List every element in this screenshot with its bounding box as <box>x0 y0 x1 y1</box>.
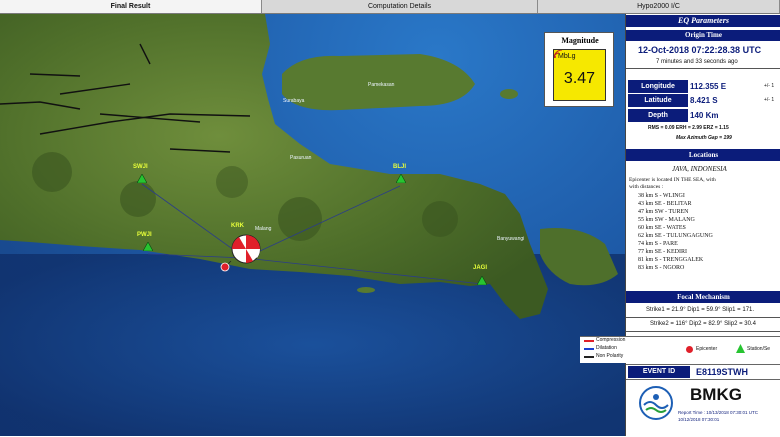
bmkg-logo-icon <box>639 386 673 420</box>
longitude-error: +/- 1 <box>764 83 775 89</box>
station-label: KRK <box>231 223 244 229</box>
magnitude-value: 3.47 <box>563 70 596 87</box>
station-label: JAGI <box>473 265 488 271</box>
focal-line-2: Strike2 = 116° Dip2 = 82.9° Slip2 = 30.4 <box>650 321 756 327</box>
event-id-value: E8119STWH <box>696 367 749 377</box>
locations-header: Locations <box>626 149 780 161</box>
rms-line: RMS = 0.09 ERH = 2.99 ERZ = 1.15 <box>648 125 729 131</box>
bmkg-footer: BMKG Report Time : 10/13/2018 07:30:01 U… <box>626 379 780 437</box>
distance-item: 55 km SW - MALANG <box>638 217 695 223</box>
distance-item: 83 km S - NGORO <box>638 265 685 271</box>
bmkg-name: BMKG <box>690 385 742 404</box>
elapsed-time: 7 minutes and 33 seconds ago <box>656 59 738 65</box>
distance-item: 43 km SE - BELITAR <box>638 201 692 207</box>
legend-compression: Compression <box>596 337 626 343</box>
divider <box>626 68 780 69</box>
place-label: Malang <box>255 226 272 232</box>
depth-value: 140 Km <box>690 111 719 120</box>
location-intro-2: with distances : <box>629 184 664 190</box>
station-legend-icon <box>736 344 745 353</box>
origin-time-header: Origin Time <box>626 30 780 41</box>
legend: Compression Dilatation Non Polarity Epic… <box>580 336 780 363</box>
distance-item: 77 km SE - KEDIRI <box>638 249 687 255</box>
station-label: SWJI <box>133 164 148 170</box>
latitude-error: +/- 1 <box>764 97 775 103</box>
compression-line-icon <box>584 340 594 342</box>
place-label: Banyuwangi <box>497 236 525 242</box>
magnitude-value-box: MbLg 3.47 <box>553 49 606 101</box>
station-triangle-icon[interactable] <box>143 242 153 251</box>
distance-item: 74 km S - PARE <box>638 241 678 247</box>
station-label: PWJI <box>137 232 152 238</box>
legend-epicenter: Epicenter <box>696 346 718 352</box>
distance-item: 47 km SW - TUREN <box>638 209 689 215</box>
epicenter-marker-icon[interactable] <box>219 260 233 272</box>
focal-mechanism-beachball-icon[interactable] <box>230 233 262 265</box>
longitude-label: Longitude <box>628 80 688 93</box>
event-id-row: EVENT ID E8119STWH <box>626 364 780 379</box>
distance-item: 62 km SE - TULUNGAGUNG <box>638 233 713 239</box>
legend-dilatation: Dilatation <box>596 345 617 351</box>
distance-item: 60 km SE - WATES <box>638 225 686 231</box>
station-label: BLJI <box>393 164 407 170</box>
divider <box>626 331 780 332</box>
station-triangle-icon[interactable] <box>396 174 406 183</box>
magnitude-title: Magnitude <box>561 36 599 45</box>
wave-icon <box>554 50 562 58</box>
place-label: Pasuruan <box>290 155 312 161</box>
latitude-label: Latitude <box>628 94 688 107</box>
region-name: JAVA, INDONESIA <box>672 165 727 173</box>
tab-computation-details[interactable]: Computation Details <box>262 0 538 13</box>
eq-parameters-header: EQ Parameters <box>626 15 780 27</box>
epicenter-map[interactable]: Surabaya Pamekasan Pasuruan Malang Banyu… <box>0 14 625 436</box>
event-id-label: EVENT ID <box>628 366 690 378</box>
location-intro: Epicenter is located IN THE SEA, with <box>629 177 716 183</box>
epicenter-legend-icon <box>686 346 693 353</box>
station-triangle-icon[interactable] <box>137 174 147 183</box>
azimuth-gap: Max Azimuth Gap = 199 <box>676 135 732 141</box>
place-label: Surabaya <box>283 98 305 104</box>
dilatation-line-icon <box>584 348 594 350</box>
focal-line-1: Strike1 = 21.9° Dip1 = 59.9° Slip1 = 171… <box>646 307 755 313</box>
origin-time-value: 12-Oct-2018 07:22:28.38 UTC <box>638 45 762 55</box>
station-triangle-icon[interactable] <box>477 276 487 285</box>
nonpolarity-line-icon <box>584 356 594 358</box>
tab-bar: Final Result Computation Details Hypo200… <box>0 0 780 14</box>
distance-item: 81 km S - TRENGGALEK <box>638 257 704 263</box>
distance-item: 38 km S - WLINGI <box>638 193 685 199</box>
tab-final-result[interactable]: Final Result <box>0 0 262 13</box>
legend-nonpolarity: Non Polarity <box>596 353 624 359</box>
magnitude-box: Magnitude MbLg 3.47 <box>544 32 614 107</box>
tab-hypo2000[interactable]: Hypo2000 I/C <box>538 0 780 13</box>
place-label: Pamekasan <box>368 82 395 88</box>
report-time-2: 10/12/2018 07:30:01 <box>678 417 720 422</box>
map-graphic <box>0 14 625 436</box>
depth-label: Depth <box>628 109 688 122</box>
report-time: Report Time : 10/13/2018 07:30:01 UTC <box>678 410 759 415</box>
legend-station: Station/Se <box>747 346 771 352</box>
divider <box>626 317 780 318</box>
focal-mechanism-header: Focal Mechanism <box>626 291 780 303</box>
